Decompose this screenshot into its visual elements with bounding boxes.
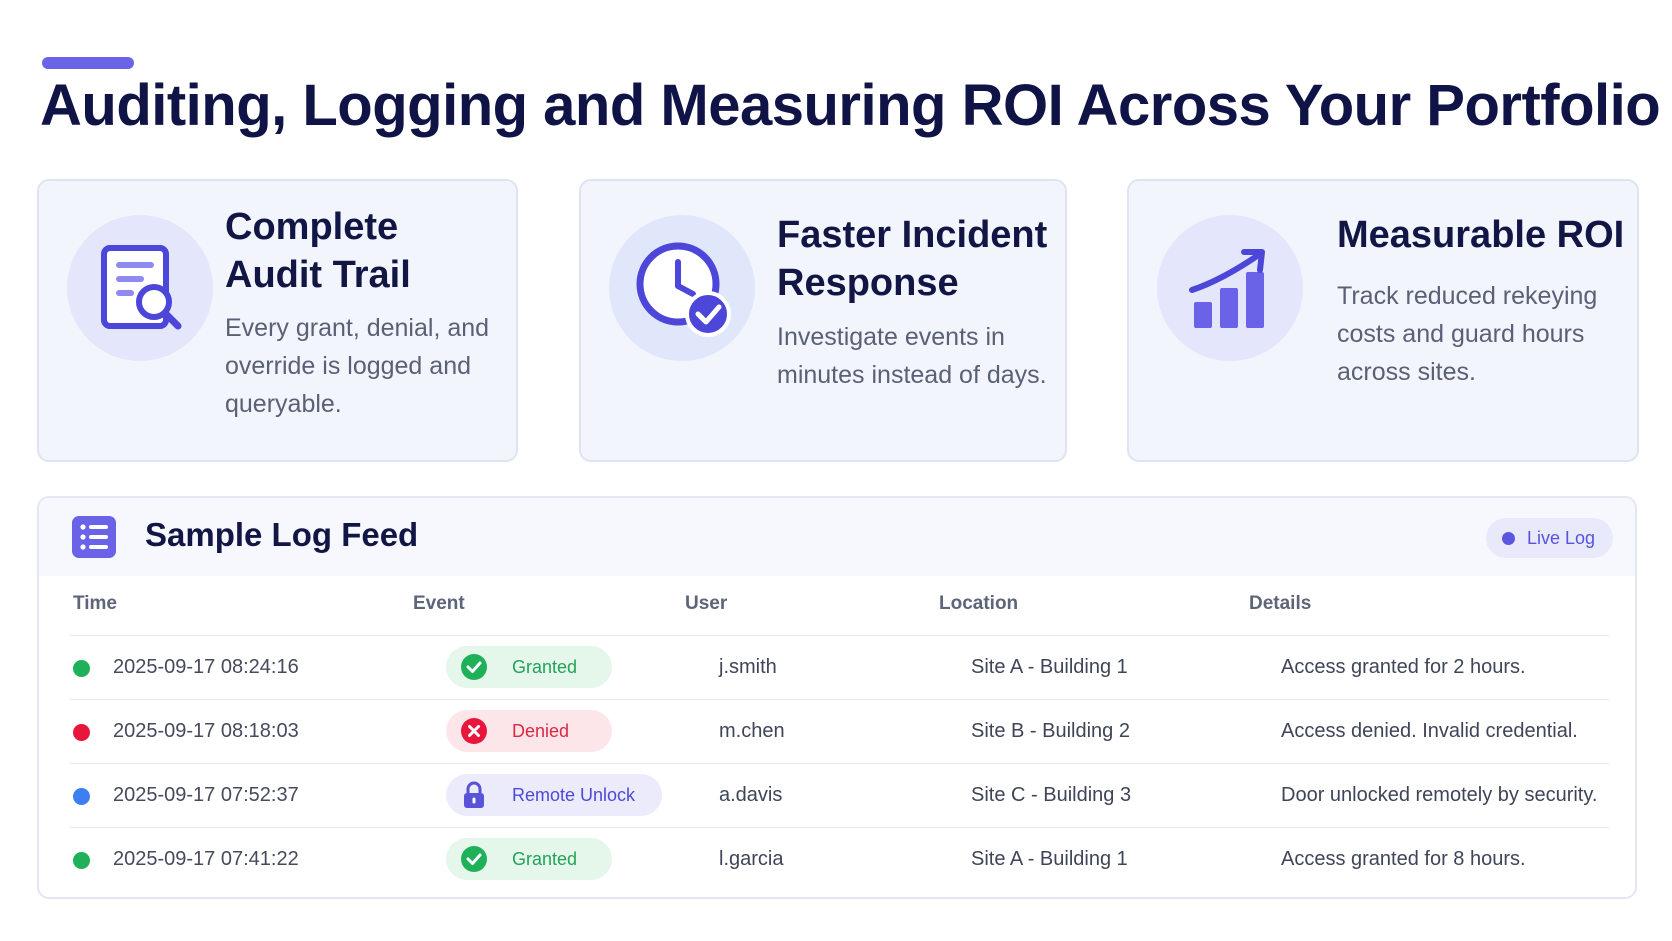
card-description: Investigate events in minutes instead of… bbox=[777, 318, 1047, 394]
column-header-location[interactable]: Location bbox=[939, 593, 1018, 615]
column-header-time[interactable]: Time bbox=[73, 593, 117, 615]
event-label: Denied bbox=[512, 720, 570, 741]
live-log-badge[interactable]: Live Log bbox=[1485, 518, 1613, 558]
event-label: Granted bbox=[512, 848, 578, 869]
log-feed-title: Sample Log Feed bbox=[145, 516, 419, 553]
card-text-line: override is logged and bbox=[225, 352, 471, 380]
card-text-line: Investigate events in bbox=[777, 323, 1005, 351]
log-feed-panel: Sample Log Feed Live Log Time Event User… bbox=[37, 496, 1637, 899]
cell-time: 2025-09-17 08:18:03 bbox=[113, 720, 299, 742]
status-dot-granted bbox=[73, 660, 90, 677]
status-dot-granted bbox=[73, 852, 90, 869]
card-title-line: Measurable ROI bbox=[1337, 214, 1625, 256]
event-badge-granted: Granted bbox=[446, 646, 612, 688]
table-row[interactable]: 2025-09-17 08:24:16 Granted j.smith Site… bbox=[69, 635, 1609, 700]
card-title-line: Faster Incident bbox=[777, 214, 1048, 256]
card-text-line: Every grant, denial, and bbox=[225, 314, 490, 342]
cell-details: Access denied. Invalid credential. bbox=[1281, 720, 1578, 742]
cell-user: j.smith bbox=[719, 656, 777, 678]
card-title-line: Response bbox=[777, 262, 959, 304]
card-title: Measurable ROI bbox=[1337, 211, 1624, 259]
card-title: Complete Audit Trail bbox=[225, 203, 411, 299]
live-indicator-icon bbox=[1501, 531, 1515, 545]
event-label: Granted bbox=[512, 656, 578, 677]
x-circle-icon bbox=[460, 717, 488, 745]
cell-details: Access granted for 2 hours. bbox=[1281, 656, 1526, 678]
event-badge-remote-unlock: Remote Unlock bbox=[446, 774, 662, 816]
growth-chart-icon bbox=[1157, 215, 1303, 361]
log-feed-header: Sample Log Feed Live Log bbox=[39, 498, 1635, 576]
status-dot-denied bbox=[73, 724, 90, 741]
card-text-line: across sites. bbox=[1337, 358, 1476, 386]
feature-cards: Complete Audit Trail Every grant, denial… bbox=[37, 179, 1639, 464]
column-header-event[interactable]: Event bbox=[413, 593, 465, 615]
card-incident-response: Faster Incident Response Investigate eve… bbox=[579, 179, 1067, 462]
cell-user: m.chen bbox=[719, 720, 785, 742]
cell-details: Door unlocked remotely by security. bbox=[1281, 784, 1598, 806]
card-text-line: queryable. bbox=[225, 390, 342, 418]
card-description: Track reduced rekeying costs and guard h… bbox=[1337, 277, 1597, 391]
live-log-label: Live Log bbox=[1526, 527, 1595, 548]
event-badge-denied: Denied bbox=[446, 710, 612, 752]
cell-time: 2025-09-17 08:24:16 bbox=[113, 656, 299, 678]
status-dot-remote bbox=[73, 788, 90, 805]
cell-time: 2025-09-17 07:41:22 bbox=[113, 848, 299, 870]
clock-check-icon bbox=[609, 215, 755, 361]
audit-document-search-icon bbox=[67, 215, 213, 361]
card-text-line: costs and guard hours bbox=[1337, 320, 1585, 348]
column-header-details[interactable]: Details bbox=[1249, 593, 1311, 615]
column-header-user[interactable]: User bbox=[685, 593, 727, 615]
event-label: Remote Unlock bbox=[512, 784, 636, 805]
table-row[interactable]: 2025-09-17 07:52:37 Remote Unlock a.davi… bbox=[69, 763, 1609, 828]
card-text-line: minutes instead of days. bbox=[777, 361, 1047, 389]
card-title: Faster Incident Response bbox=[777, 211, 1047, 307]
check-circle-icon bbox=[460, 653, 488, 681]
card-audit-trail: Complete Audit Trail Every grant, denial… bbox=[37, 179, 518, 462]
table-row[interactable]: 2025-09-17 08:18:03 Denied m.chen Site B… bbox=[69, 699, 1609, 764]
check-circle-icon bbox=[460, 845, 488, 873]
cell-location: Site B - Building 2 bbox=[971, 720, 1130, 742]
lock-icon bbox=[460, 781, 488, 809]
card-measurable-roi: Measurable ROI Track reduced rekeying co… bbox=[1127, 179, 1639, 462]
card-title-line: Audit Trail bbox=[225, 254, 411, 296]
cell-location: Site A - Building 1 bbox=[971, 656, 1128, 678]
cell-user: a.davis bbox=[719, 784, 783, 806]
card-text-line: Track reduced rekeying bbox=[1337, 282, 1598, 310]
list-icon bbox=[72, 516, 116, 558]
table-row[interactable]: 2025-09-17 07:41:22 Granted l.garcia Sit… bbox=[69, 827, 1609, 892]
card-title-line: Complete bbox=[225, 206, 399, 248]
card-description: Every grant, denial, and override is log… bbox=[225, 309, 489, 423]
cell-user: l.garcia bbox=[719, 848, 784, 870]
cell-location: Site C - Building 3 bbox=[971, 784, 1132, 806]
cell-details: Access granted for 8 hours. bbox=[1281, 848, 1526, 870]
page-title: Auditing, Logging and Measuring ROI Acro… bbox=[40, 73, 1661, 138]
event-badge-granted: Granted bbox=[446, 838, 612, 880]
cell-time: 2025-09-17 07:52:37 bbox=[113, 784, 299, 806]
title-accent-bar bbox=[42, 57, 134, 69]
cell-location: Site A - Building 1 bbox=[971, 848, 1128, 870]
